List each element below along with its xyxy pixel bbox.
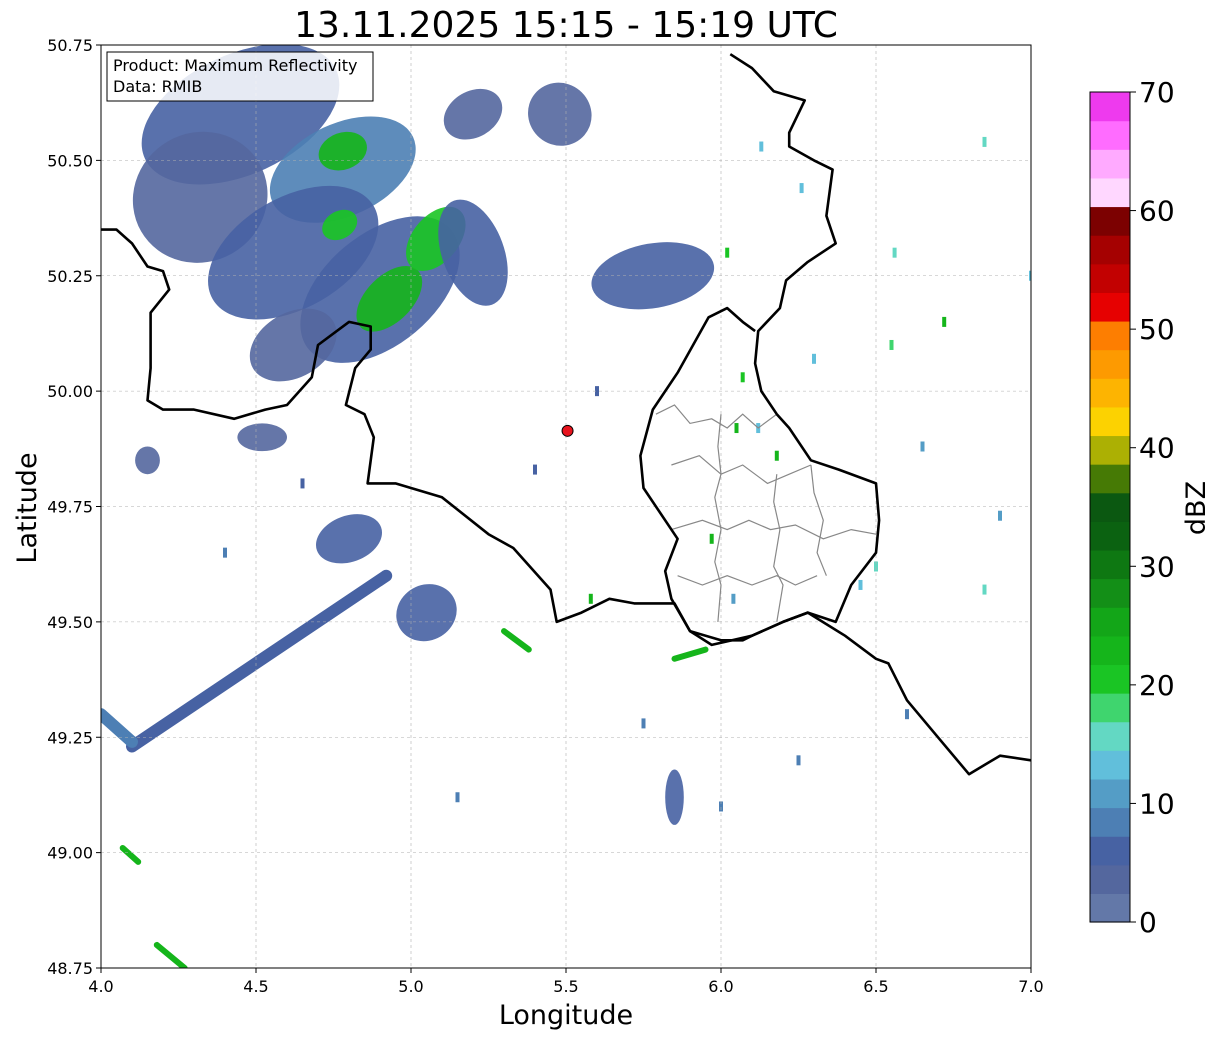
info-product-text: Product: Maximum Reflectivity	[113, 56, 357, 75]
echo-speck	[889, 339, 894, 350]
echo-speck	[759, 141, 764, 152]
colorbar-segment	[1090, 349, 1130, 379]
radar-site-marker	[561, 424, 574, 437]
echo-region	[665, 769, 684, 825]
echo-speck	[799, 183, 804, 194]
colorbar-segment	[1090, 521, 1130, 551]
colorbar-segment	[1090, 693, 1130, 723]
y-tick-label: 48.75	[47, 959, 93, 978]
echo-speck	[725, 247, 730, 258]
colorbar-segment	[1090, 120, 1130, 150]
colorbar-tick-label: 70	[1139, 76, 1175, 109]
y-tick-label: 50.50	[47, 151, 93, 170]
colorbar-segment	[1090, 807, 1130, 837]
colorbar-tick-label: 0	[1139, 906, 1157, 939]
echo-region	[135, 446, 160, 475]
colorbar-segment	[1090, 435, 1130, 465]
colorbar-tick-label: 30	[1139, 550, 1175, 583]
echo-speck	[942, 316, 947, 327]
colorbar-segment	[1090, 492, 1130, 522]
colorbar: 0 10 20 30 40 50 60 70	[1089, 76, 1175, 939]
colorbar-segment	[1090, 206, 1130, 236]
x-tick-label: 4.5	[243, 977, 268, 996]
echo-speck	[892, 247, 897, 258]
colorbar-segment	[1090, 406, 1130, 437]
x-tick-label: 4.0	[88, 977, 113, 996]
y-tick-label: 49.50	[47, 613, 93, 632]
echo-speck	[641, 718, 646, 729]
echo-speck	[796, 755, 801, 766]
colorbar-segment	[1090, 177, 1130, 208]
colorbar-segment	[1090, 549, 1130, 580]
info-data-text: Data: RMIB	[113, 77, 202, 96]
echo-speck	[982, 584, 987, 595]
colorbar-segment	[1090, 464, 1130, 494]
colorbar-segment	[1090, 378, 1130, 408]
y-tick-label: 50.00	[47, 382, 93, 401]
colorbar-segment	[1090, 893, 1130, 923]
colorbar-segment	[1090, 721, 1130, 751]
echo-speck	[734, 423, 739, 434]
colorbar-label: dBZ	[1181, 481, 1212, 535]
echo-speck	[455, 792, 460, 803]
echo-speck	[533, 464, 537, 475]
colorbar-segment	[1090, 750, 1130, 780]
colorbar-segment	[1090, 578, 1130, 608]
figure-title: 13.11.2025 15:15 - 15:19 UTC	[294, 5, 838, 46]
x-tick-label: 7.0	[1018, 977, 1043, 996]
echo-speck	[709, 533, 714, 544]
echo-speck	[731, 593, 736, 604]
echo-speck	[858, 579, 863, 590]
x-axis-label: Longitude	[499, 1000, 633, 1031]
colorbar-tick-label: 40	[1139, 432, 1175, 465]
echo-speck	[223, 547, 227, 558]
echo-speck	[300, 478, 305, 489]
radar-figure: 13.11.2025 15:15 - 15:19 UTC 4.0 4.5 5.0 5.…	[12, 5, 1212, 1031]
colorbar-segment	[1090, 635, 1130, 666]
colorbar-segment	[1090, 263, 1130, 293]
y-tick-label: 49.75	[47, 498, 93, 517]
echo-speck	[740, 372, 745, 383]
echo-speck	[982, 136, 987, 147]
colorbar-tick-label: 20	[1139, 669, 1175, 702]
colorbar-segment	[1090, 664, 1130, 694]
x-tick-label: 5.0	[398, 977, 423, 996]
y-axis-label: Latitude	[12, 452, 43, 563]
x-tick-label: 6.0	[708, 977, 733, 996]
y-tick-label: 50.75	[47, 36, 93, 55]
colorbar-tick-label: 50	[1139, 313, 1175, 346]
x-tick-label: 5.5	[553, 977, 578, 996]
echo-speck	[588, 593, 593, 604]
echo-speck	[920, 441, 925, 452]
echo-region	[237, 423, 287, 452]
x-axis-ticks: 4.0 4.5 5.0 5.5 6.0 6.5 7.0	[88, 968, 1044, 996]
colorbar-segment	[1090, 864, 1130, 894]
colorbar-segment	[1090, 778, 1130, 809]
colorbar-segment	[1090, 92, 1130, 122]
y-tick-label: 49.25	[47, 728, 93, 747]
y-tick-label: 50.25	[47, 267, 93, 286]
echo-speck	[998, 510, 1002, 521]
colorbar-tick-label: 60	[1139, 195, 1175, 228]
colorbar-tick-label: 10	[1139, 787, 1175, 820]
colorbar-segment	[1090, 607, 1130, 637]
y-axis-ticks: 48.75 49.00 49.25 49.50 49.75 50.00 50.25 50.50…	[47, 36, 101, 978]
colorbar-segment	[1090, 149, 1130, 179]
colorbar-segment	[1090, 292, 1130, 322]
echo-speck	[812, 353, 816, 364]
colorbar-segment	[1090, 235, 1130, 265]
colorbar-segment	[1090, 320, 1130, 351]
radar-site-layer	[561, 424, 574, 437]
info-box: Product: Maximum Reflectivity Data: RMIB	[106, 51, 374, 102]
echo-speck	[905, 709, 909, 720]
x-tick-label: 6.5	[863, 977, 888, 996]
echo-speck	[774, 450, 779, 461]
y-tick-label: 49.00	[47, 844, 93, 863]
colorbar-segment	[1090, 836, 1130, 866]
